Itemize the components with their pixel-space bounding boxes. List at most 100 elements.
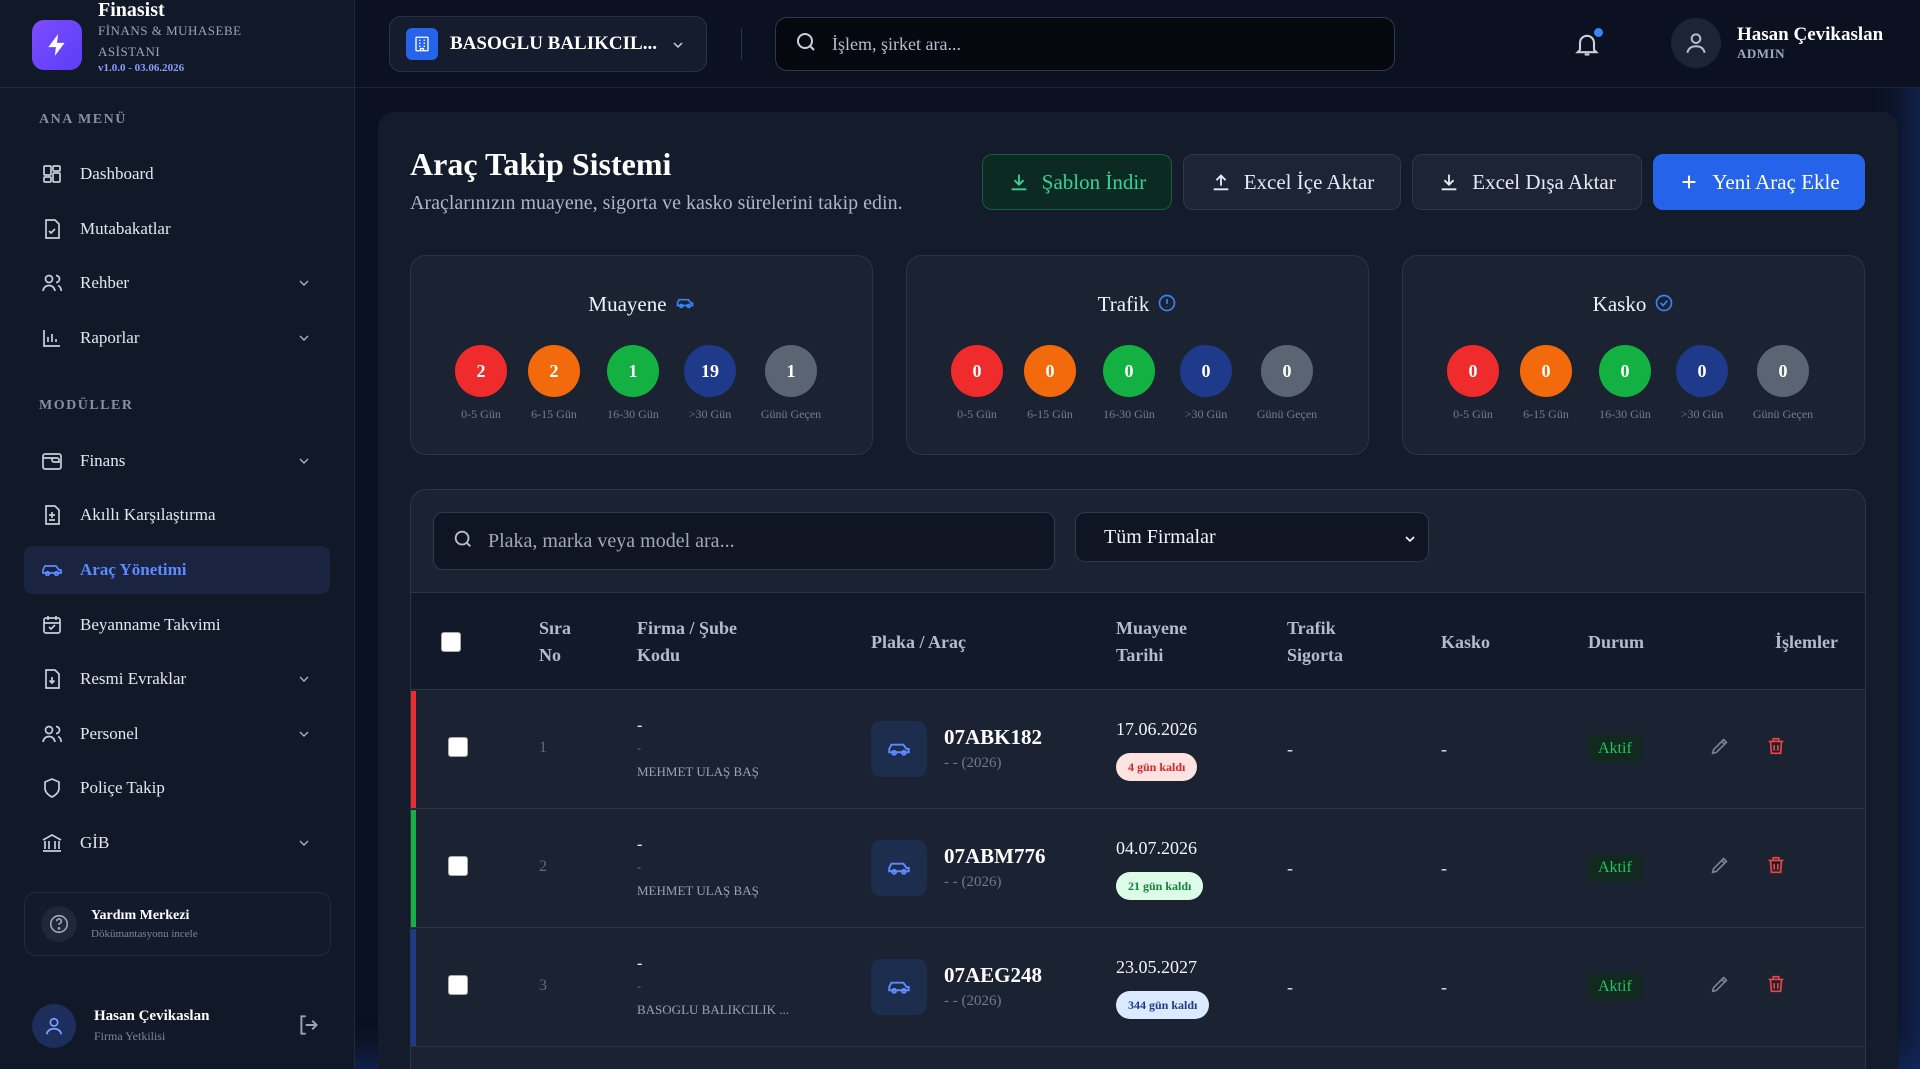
download-template-button[interactable]: Şablon İndir (982, 154, 1172, 210)
row-kasko: - (1441, 739, 1447, 759)
stat-count[interactable]: 0 (951, 345, 1003, 397)
stat-count[interactable]: 0 (1757, 345, 1809, 397)
sidebar-item-dashboard[interactable]: Dashboard (24, 150, 330, 198)
stat-count[interactable]: 0 (1520, 345, 1572, 397)
row-seq: 2 (539, 858, 547, 875)
row-plate: 07ABM776 (944, 844, 1046, 868)
add-vehicle-button[interactable]: Yeni Araç Ekle (1653, 154, 1865, 210)
stat-count[interactable]: 0 (1447, 345, 1499, 397)
stat-count[interactable]: 1 (607, 345, 659, 397)
avatar[interactable] (32, 1004, 76, 1048)
row-checkbox[interactable] (448, 737, 468, 757)
trash-icon[interactable] (1765, 854, 1787, 881)
row-remaining-badge: 21 gün kaldı (1116, 872, 1204, 900)
sidebar-item-personel[interactable]: Personel (24, 710, 330, 758)
sidebar-item-ara-y-netimi[interactable]: Araç Yönetimi (24, 546, 330, 594)
plus-icon (1678, 171, 1700, 193)
sidebar-user-role: Firma Yetkilisi (94, 1029, 166, 1043)
sidebar-item-poli-e-takip[interactable]: Poliçe Takip (24, 764, 330, 812)
table-row[interactable]: 2 - - MEHMET ULAŞ BAŞ 07ABM776 - - (2026) 04.0… (411, 810, 1865, 928)
car-icon (871, 959, 927, 1015)
sidebar-item-mutabakatlar[interactable]: Mutabakatlar (24, 205, 330, 253)
sidebar-item-finans[interactable]: Finans (24, 437, 330, 485)
chevron-down-icon (296, 671, 312, 692)
stat-count[interactable]: 0 (1180, 345, 1232, 397)
table-search-input[interactable] (488, 529, 1028, 553)
sidebar-item-label: Dashboard (80, 164, 154, 183)
sidebar-item-label: Rehber (80, 273, 130, 292)
edit-icon[interactable] (1709, 735, 1731, 762)
row-remaining-badge: 4 gün kaldı (1116, 753, 1198, 781)
row-status-bar (411, 929, 416, 1046)
sidebar-item-ak-ll-kar-la-t-rma[interactable]: Akıllı Karşılaştırma (24, 491, 330, 539)
global-search-input[interactable] (832, 33, 1352, 55)
header-actions: İşlemler (1775, 632, 1838, 652)
stat-count[interactable]: 0 (1676, 345, 1728, 397)
logout-icon[interactable] (296, 1012, 322, 1043)
header-status: Durum (1588, 632, 1645, 652)
trash-icon[interactable] (1765, 973, 1787, 1000)
select-all-checkbox[interactable] (441, 632, 461, 652)
download-icon (1008, 171, 1030, 193)
row-kasko: - (1441, 858, 1447, 878)
top-user-menu[interactable]: Hasan Çevikaslan ADMIN (1671, 18, 1883, 68)
table-row[interactable]: 1 - - MEHMET ULAŞ BAŞ 07ABK182 - - (2026) 17.0… (411, 691, 1865, 809)
excel-export-button[interactable]: Excel Dışa Aktar (1412, 154, 1642, 210)
stat-card-title: Kasko (1403, 292, 1864, 319)
stat-label: Günü Geçen (1256, 407, 1318, 421)
stat-card-title: Trafik (907, 292, 1368, 319)
search-icon (452, 528, 474, 555)
edit-icon[interactable] (1709, 973, 1731, 1000)
row-owner: MEHMET ULAŞ BAŞ (637, 764, 759, 779)
trash-icon[interactable] (1765, 735, 1787, 762)
sidebar-item-beyanname-takvimi[interactable]: Beyanname Takvimi (24, 601, 330, 649)
chevron-down-icon (670, 37, 686, 58)
firm-filter-select[interactable]: Tüm Firmalar (1075, 512, 1429, 562)
row-kasko: - (1441, 977, 1447, 997)
sidebar-user-name: Hasan Çevikaslan (94, 1008, 210, 1024)
stat-count[interactable]: 0 (1024, 345, 1076, 397)
stat-label: Günü Geçen (1752, 407, 1814, 421)
sidebar-item-label: Resmi Evraklar (80, 669, 187, 688)
row-branch: - (637, 860, 641, 874)
document-check-icon (40, 217, 64, 241)
section-label-modules: MODÜLLER (39, 398, 134, 413)
company-selector[interactable]: BASOGLU BALIKCIL... (389, 16, 707, 72)
help-center-card[interactable]: Yardım Merkezi Dökümantasyonu incele (24, 892, 331, 956)
sidebar-item-raporlar[interactable]: Raporlar (24, 314, 330, 362)
table-row[interactable]: 3 - - BASOGLU BALIKCILIK ... 07AEG248 - - (20… (411, 929, 1865, 1047)
edit-icon[interactable] (1709, 854, 1731, 881)
search-icon (794, 30, 818, 59)
stat-count[interactable]: 2 (455, 345, 507, 397)
row-owner: MEHMET ULAŞ BAŞ (637, 883, 759, 898)
add-vehicle-label: Yeni Araç Ekle (1712, 169, 1840, 194)
compare-document-icon (40, 503, 64, 527)
help-title: Yardım Merkezi (91, 908, 190, 923)
header-traffic-insurance: Trafik Sigorta (1287, 618, 1343, 665)
status-badge: Aktif (1588, 735, 1642, 763)
excel-export-label: Excel Dışa Aktar (1472, 169, 1616, 194)
stat-count[interactable]: 0 (1261, 345, 1313, 397)
row-checkbox[interactable] (448, 975, 468, 995)
bell-icon[interactable] (1573, 28, 1603, 63)
stat-count[interactable]: 19 (684, 345, 736, 397)
stat-count[interactable]: 0 (1103, 345, 1155, 397)
table-search[interactable] (433, 512, 1055, 570)
stat-count[interactable]: 2 (528, 345, 580, 397)
row-inspection-date: 04.07.2026 (1116, 838, 1197, 858)
stat-count[interactable]: 1 (765, 345, 817, 397)
sidebar-item-resmi-evraklar[interactable]: Resmi Evraklar (24, 655, 330, 703)
sidebar-item-gi-b[interactable]: GİB (24, 819, 330, 867)
excel-import-label: Excel İçe Aktar (1243, 169, 1375, 194)
row-checkbox[interactable] (448, 856, 468, 876)
alert-circle-icon (1157, 293, 1177, 319)
section-label-main: ANA MENÜ (39, 112, 127, 127)
stat-count[interactable]: 0 (1599, 345, 1651, 397)
brand[interactable]: Finasist FİNANS & MUHASEBE ASİSTANI v1.0… (32, 0, 242, 88)
global-search[interactable] (775, 17, 1395, 71)
dashboard-grid-icon (40, 162, 64, 186)
sidebar-item-rehber[interactable]: Rehber (24, 259, 330, 307)
chevron-down-icon (296, 330, 312, 351)
excel-import-button[interactable]: Excel İçe Aktar (1183, 154, 1401, 210)
row-firm: - (637, 836, 643, 853)
